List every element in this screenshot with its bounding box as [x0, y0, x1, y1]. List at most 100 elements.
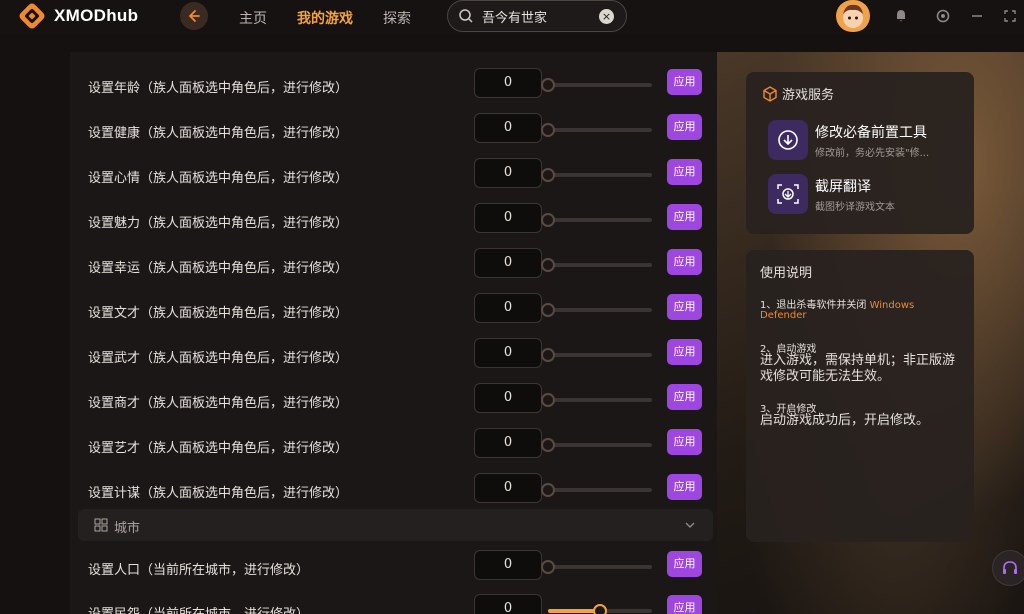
notification-icon[interactable] — [892, 7, 910, 25]
value-slider[interactable] — [548, 604, 652, 614]
step-3-body: 启动游戏成功后，开启修改。 — [760, 413, 930, 428]
slider-thumb[interactable] — [541, 213, 555, 227]
setting-row: 设置年龄（族人面板选中角色后，进行修改） 0 应用 — [70, 64, 717, 108]
value-slider[interactable] — [541, 213, 652, 227]
slider-thumb[interactable] — [541, 483, 555, 497]
apply-button[interactable]: 应用 — [667, 384, 702, 410]
nav-explore[interactable]: 探索 — [383, 8, 411, 28]
slider-thumb[interactable] — [541, 348, 555, 362]
value-slider[interactable] — [541, 303, 652, 317]
nav-home[interactable]: 主页 — [239, 8, 267, 28]
services-title: 游戏服务 — [782, 88, 835, 103]
value-input[interactable]: 0 — [474, 594, 542, 614]
fullscreen-icon[interactable] — [1001, 7, 1019, 25]
setting-row: 设置健康（族人面板选中角色后，进行修改） 0 应用 — [70, 109, 717, 153]
chevron-down-icon — [685, 522, 695, 528]
value-input[interactable]: 0 — [474, 293, 542, 323]
apply-button[interactable]: 应用 — [667, 294, 702, 320]
setting-row: 设置计谋（族人面板选中角色后，进行修改） 0 应用 — [70, 469, 717, 513]
slider-thumb[interactable] — [541, 393, 555, 407]
value-slider[interactable] — [541, 168, 652, 182]
cheat-list-panel: 设置年龄（族人面板选中角色后，进行修改） 0 应用 设置健康（族人面板选中角色后，进行… — [70, 52, 717, 614]
apply-button[interactable]: 应用 — [667, 114, 702, 140]
search-input[interactable] — [482, 8, 592, 24]
apply-button[interactable]: 应用 — [667, 595, 702, 614]
setting-row: 设置武才（族人面板选中角色后，进行修改） 0 应用 — [70, 334, 717, 378]
service-subtitle: 截图秒译游戏文本 — [815, 202, 895, 213]
settings-icon[interactable] — [934, 7, 952, 25]
apply-button[interactable]: 应用 — [667, 474, 702, 500]
section-header-city[interactable]: 城市 — [78, 509, 713, 541]
setting-row: 设置商才（族人面板选中角色后，进行修改） 0 应用 — [70, 379, 717, 423]
value-slider[interactable] — [541, 123, 652, 137]
guide-title: 使用说明 — [760, 266, 813, 281]
setting-row: 设置人口（当前所在城市，进行修改） 0 应用 — [70, 546, 717, 590]
value-slider[interactable] — [541, 393, 652, 407]
value-input[interactable]: 0 — [474, 473, 542, 503]
minimize-icon[interactable] — [968, 7, 986, 25]
slider-thumb[interactable] — [541, 438, 555, 452]
setting-label: 设置武才（族人面板选中角色后，进行修改） — [88, 351, 349, 366]
back-arrow-icon — [188, 10, 200, 22]
setting-row: 设置艺才（族人面板选中角色后，进行修改） 0 应用 — [70, 424, 717, 468]
service-screenshot-translate[interactable]: 截屏翻译 截图秒译游戏文本 — [768, 174, 958, 216]
game-services-panel: 游戏服务 修改必备前置工具 修改前，务必先安装"修... 截屏翻译 截图秒译游戏… — [746, 72, 974, 234]
step-1-highlight: Windows — [869, 300, 915, 311]
apply-button[interactable]: 应用 — [667, 249, 702, 275]
value-slider[interactable] — [541, 78, 652, 92]
slider-thumb[interactable] — [541, 560, 555, 574]
support-button[interactable] — [992, 550, 1024, 586]
service-title: 修改必备前置工具 — [815, 125, 927, 141]
value-slider[interactable] — [541, 483, 652, 497]
value-slider[interactable] — [541, 348, 652, 362]
left-gutter — [0, 52, 70, 614]
step-1-highlight-cont: Defender — [760, 310, 807, 321]
value-input[interactable]: 0 — [474, 338, 542, 368]
setting-label: 设置健康（族人面板选中角色后，进行修改） — [88, 126, 349, 141]
download-icon — [768, 120, 808, 160]
step-2-line-2: 戏修改可能无法生效。 — [760, 369, 891, 384]
slider-thumb[interactable] — [541, 78, 555, 92]
slider-thumb[interactable] — [593, 604, 607, 614]
setting-label: 设置魅力（族人面板选中角色后，进行修改） — [88, 216, 349, 231]
value-input[interactable]: 0 — [474, 113, 542, 143]
headset-icon — [1003, 561, 1017, 574]
value-input[interactable]: 0 — [474, 248, 542, 278]
apply-button[interactable]: 应用 — [667, 429, 702, 455]
apply-button[interactable]: 应用 — [667, 159, 702, 185]
apply-button[interactable]: 应用 — [667, 339, 702, 365]
value-slider[interactable] — [541, 258, 652, 272]
setting-row: 设置幸运（族人面板选中角色后，进行修改） 0 应用 — [70, 244, 717, 288]
apply-button[interactable]: 应用 — [667, 204, 702, 230]
value-slider[interactable] — [541, 560, 652, 574]
value-input[interactable]: 0 — [474, 68, 542, 98]
clear-search-button[interactable]: × — [599, 9, 614, 24]
screenshot-translate-icon — [768, 174, 808, 214]
service-title: 截屏翻译 — [815, 179, 871, 195]
apply-button[interactable]: 应用 — [667, 69, 702, 95]
value-input[interactable]: 0 — [474, 158, 542, 188]
slider-thumb[interactable] — [541, 303, 555, 317]
setting-label: 设置人口（当前所在城市，进行修改） — [88, 563, 310, 578]
value-slider[interactable] — [541, 438, 652, 452]
grid-icon — [94, 518, 108, 532]
avatar[interactable] — [836, 0, 870, 32]
search-box[interactable]: × — [447, 0, 627, 32]
value-input[interactable]: 0 — [474, 428, 542, 458]
slider-thumb[interactable] — [541, 168, 555, 182]
back-button[interactable] — [180, 2, 208, 30]
slider-thumb[interactable] — [541, 258, 555, 272]
user-avatar-icon — [843, 4, 863, 28]
nav-my-games[interactable]: 我的游戏 — [297, 8, 353, 28]
slider-thumb[interactable] — [541, 123, 555, 137]
value-input[interactable]: 0 — [474, 203, 542, 233]
value-input[interactable]: 0 — [474, 550, 542, 580]
service-prereq-tool[interactable]: 修改必备前置工具 修改前，务必先安装"修... — [768, 120, 958, 162]
setting-row: 设置心情（族人面板选中角色后，进行修改） 0 应用 — [70, 154, 717, 198]
section-title: 城市 — [114, 521, 141, 536]
apply-button[interactable]: 应用 — [667, 551, 702, 577]
setting-row: 设置魅力（族人面板选中角色后，进行修改） 0 应用 — [70, 199, 717, 243]
xmod-logo-icon — [19, 3, 45, 29]
value-input[interactable]: 0 — [474, 383, 542, 413]
step-2-line-1: 进入游戏，需保持单机；非正版游 — [760, 353, 956, 368]
